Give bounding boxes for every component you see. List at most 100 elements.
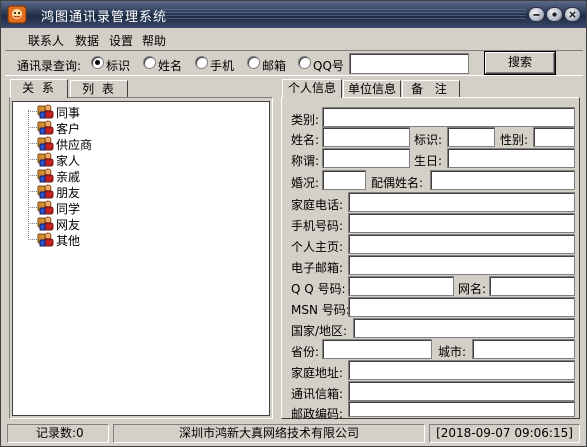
mobile-field[interactable] xyxy=(348,213,575,233)
maximize-icon xyxy=(552,12,557,17)
tab-personal-info[interactable]: 个人信息 xyxy=(282,79,342,98)
marital-field[interactable] xyxy=(322,170,366,190)
homepage-label: 个人主页: xyxy=(291,240,344,254)
tree-item-label[interactable]: 供应商 xyxy=(56,136,92,153)
city-field[interactable] xyxy=(472,339,575,359)
tree-item-label[interactable]: 客户 xyxy=(56,120,80,137)
title-bar[interactable]: 鸿图通讯录管理系统 xyxy=(1,1,586,28)
tab-list[interactable]: 列 表 xyxy=(70,80,128,98)
home-address-field[interactable] xyxy=(348,360,575,380)
qq-label: Q Q 号码: xyxy=(291,282,346,296)
maximize-button[interactable] xyxy=(546,7,563,22)
query-label: 通讯录查询: xyxy=(17,59,82,73)
contact-group-icon xyxy=(37,103,54,119)
menu-bar: 联系人 数据 设置 帮助 xyxy=(2,29,585,49)
contact-group-icon xyxy=(37,119,54,135)
tree-connector xyxy=(28,175,37,176)
search-button[interactable]: 搜索 xyxy=(485,52,555,74)
tree-connector xyxy=(28,191,37,192)
query-bar: 通讯录查询: 标识 姓名 手机 邮箱 QQ号 搜索 xyxy=(5,50,583,76)
spouse-field[interactable] xyxy=(430,170,575,190)
tree-item-label[interactable]: 家人 xyxy=(56,152,80,169)
record-count: 记录数:0 xyxy=(7,424,109,443)
status-bar: 记录数:0 深圳市鸿新大真网络技术有限公司 [2018-09-07 09:06:… xyxy=(3,424,584,444)
menu-help[interactable]: 帮助 xyxy=(142,32,166,49)
radio-qq[interactable] xyxy=(298,56,311,69)
name-field[interactable] xyxy=(322,127,410,147)
contact-group-icon xyxy=(37,215,54,231)
home-address-label: 家庭地址: xyxy=(291,366,344,380)
contact-group-icon xyxy=(37,231,54,247)
tree-item-label[interactable]: 朋友 xyxy=(56,184,80,201)
tree-connector xyxy=(28,127,37,128)
radio-qq-label[interactable]: QQ号 xyxy=(313,57,344,74)
tab-notes[interactable]: 备 注 xyxy=(402,80,460,98)
close-icon xyxy=(569,11,576,18)
datetime-display: [2018-09-07 09:06:15] xyxy=(429,424,580,443)
tree-item-label[interactable]: 网友 xyxy=(56,216,80,233)
menu-data[interactable]: 数据 xyxy=(75,32,99,49)
title-bar-decoration xyxy=(161,9,526,20)
radio-email-label[interactable]: 邮箱 xyxy=(262,57,286,74)
qq-field[interactable] xyxy=(348,276,454,296)
tree-connector xyxy=(28,159,37,160)
contact-group-icon xyxy=(37,135,54,151)
radio-email[interactable] xyxy=(247,56,260,69)
radio-tag-label[interactable]: 标识 xyxy=(106,57,130,74)
minimize-button[interactable] xyxy=(528,7,545,22)
province-field[interactable] xyxy=(322,339,432,359)
home-phone-field[interactable] xyxy=(348,192,575,212)
category-field[interactable] xyxy=(322,107,575,127)
group-panel: 同事 客户 供应商 家人 亲戚 朋友 同学 网友 其他 xyxy=(9,97,273,419)
nickname-field[interactable] xyxy=(489,276,575,296)
tree-item-label[interactable]: 同事 xyxy=(56,104,80,121)
tree-connector xyxy=(28,111,37,112)
country-label: 国家/地区: xyxy=(291,324,348,338)
search-input[interactable] xyxy=(349,53,469,74)
menu-settings[interactable]: 设置 xyxy=(109,32,133,49)
radio-name-label[interactable]: 姓名 xyxy=(158,57,182,74)
tree-item-label[interactable]: 同学 xyxy=(56,200,80,217)
tab-relations[interactable]: 关 系 xyxy=(10,79,68,98)
contact-group-icon xyxy=(37,167,54,183)
title-label: 称谓: xyxy=(291,154,320,168)
radio-name[interactable] xyxy=(143,56,156,69)
country-field[interactable] xyxy=(353,318,575,338)
personal-info-form: 类别: 姓名: 标识: 性别: 称谓: 生日: 婚况: 配偶姓名: 家庭电话: … xyxy=(281,97,580,421)
birthday-field[interactable] xyxy=(447,148,575,168)
tag-label: 标识: xyxy=(414,133,443,147)
gender-field[interactable] xyxy=(533,127,575,147)
name-label: 姓名: xyxy=(291,133,320,147)
radio-mobile-label[interactable]: 手机 xyxy=(210,57,234,74)
contact-group-tree[interactable]: 同事 客户 供应商 家人 亲戚 朋友 同学 网友 其他 xyxy=(12,101,270,416)
birthday-label: 生日: xyxy=(414,154,443,168)
msn-label: MSN 号码: xyxy=(291,303,350,317)
app-logo-icon xyxy=(7,5,27,24)
contact-group-icon xyxy=(37,199,54,215)
tree-item-label[interactable]: 亲戚 xyxy=(56,168,80,185)
email-field[interactable] xyxy=(348,255,575,275)
home-phone-label: 家庭电话: xyxy=(291,198,344,212)
window-title: 鸿图通讯录管理系统 xyxy=(41,10,168,25)
contact-group-icon xyxy=(37,151,54,167)
tab-company-info[interactable]: 单位信息 xyxy=(343,80,401,98)
radio-mobile[interactable] xyxy=(195,56,208,69)
company-name: 深圳市鸿新大真网络技术有限公司 xyxy=(113,424,425,443)
mail-box-field[interactable] xyxy=(348,381,575,401)
email-label: 电子邮箱: xyxy=(291,261,344,275)
close-button[interactable] xyxy=(564,7,581,22)
tree-connector xyxy=(28,143,37,144)
tree-item-label[interactable]: 其他 xyxy=(56,232,80,249)
homepage-field[interactable] xyxy=(348,234,575,254)
mobile-label: 手机号码: xyxy=(291,219,344,233)
tag-field[interactable] xyxy=(447,127,495,147)
msn-field[interactable] xyxy=(348,297,575,317)
title-field[interactable] xyxy=(322,148,410,168)
main-window: 鸿图通讯录管理系统 联系人 数据 设置 帮助 通讯录查询: 标识 姓名 手机 邮… xyxy=(0,0,587,447)
province-label: 省份: xyxy=(291,345,320,359)
radio-tag[interactable] xyxy=(91,56,104,69)
menu-contacts[interactable]: 联系人 xyxy=(28,32,64,49)
postcode-field[interactable] xyxy=(348,401,575,417)
tree-connector xyxy=(28,207,37,208)
mail-box-label: 通讯信箱: xyxy=(291,387,344,401)
